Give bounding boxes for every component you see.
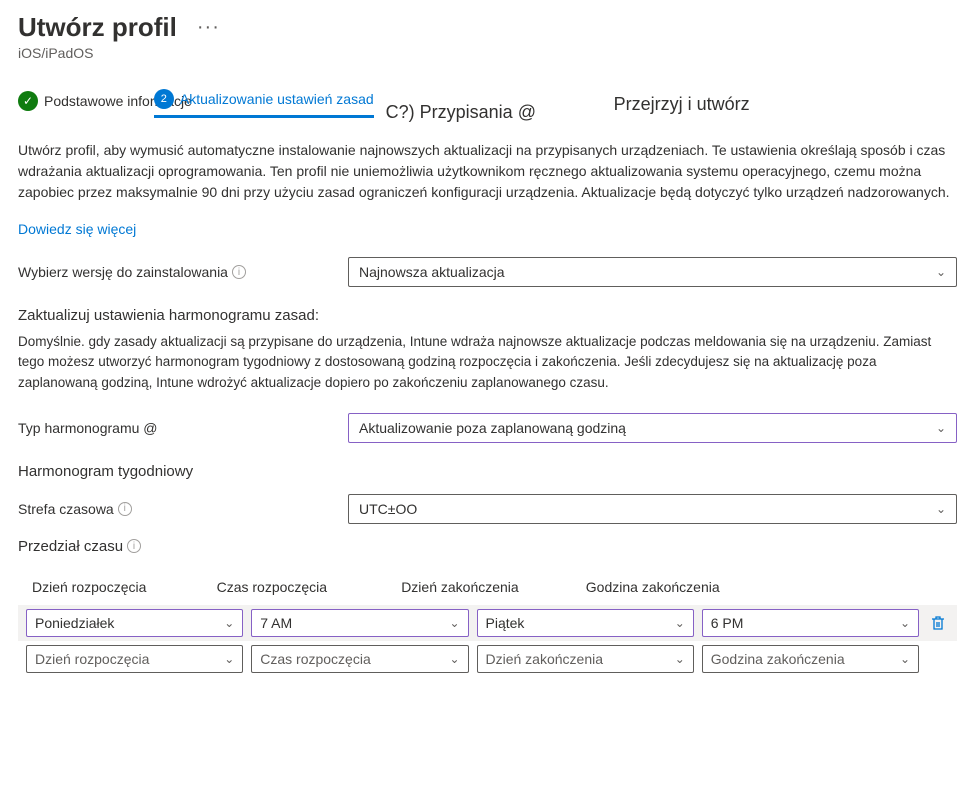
- weekly-schedule-label: Harmonogram tygodniowy: [18, 463, 957, 480]
- step-icon: 2: [154, 89, 174, 109]
- page-title: Utwórz profil: [18, 12, 177, 43]
- timezone-select[interactable]: UTC±OO ⌄: [348, 494, 957, 524]
- info-icon[interactable]: i: [118, 502, 132, 516]
- tab-update-settings[interactable]: 2 Aktualizowanie ustawień zasad: [154, 89, 374, 118]
- more-button[interactable]: ···: [189, 12, 228, 43]
- col-start-day: Dzień rozpoczęcia: [26, 579, 211, 595]
- start-time-select[interactable]: 7 AM ⌄: [251, 609, 468, 637]
- version-value: Najnowsza aktualizacja: [359, 264, 505, 280]
- start-time-value: 7 AM: [260, 615, 292, 631]
- end-day-placeholder: Dzień zakończenia: [486, 651, 604, 667]
- chevron-down-icon: ⌄: [936, 421, 946, 435]
- end-day-select[interactable]: Piątek ⌄: [477, 609, 694, 637]
- start-time-select[interactable]: Czas rozpoczęcia ⌄: [251, 645, 468, 673]
- col-start-time: Czas rozpoczęcia: [211, 579, 396, 595]
- check-icon: ✓: [18, 91, 38, 111]
- time-range-label: Przedział czasu: [18, 538, 123, 555]
- chevron-down-icon: ⌄: [449, 616, 459, 630]
- start-day-placeholder: Dzień rozpoczęcia: [35, 651, 149, 667]
- page-description: Utwórz profil, aby wymusić automatyczne …: [18, 140, 957, 203]
- chevron-down-icon: ⌄: [936, 502, 946, 516]
- schedule-table: Dzień rozpoczęcia Czas rozpoczęcia Dzień…: [18, 579, 957, 677]
- tab-assignments-label: C?) Przypisania @: [386, 102, 536, 123]
- wizard-tabs: ✓ Podstawowe informacje 2 Aktualizowanie…: [18, 89, 957, 118]
- end-time-value: 6 PM: [711, 615, 744, 631]
- end-time-select[interactable]: Godzina zakończenia ⌄: [702, 645, 919, 673]
- timezone-label: Strefa czasowa: [18, 501, 114, 517]
- schedule-type-label: Typ harmonogramu @: [18, 420, 158, 436]
- chevron-down-icon: ⌄: [224, 652, 234, 666]
- schedule-description: Domyślnie. gdy zasady aktualizacji są pr…: [18, 332, 957, 393]
- tab-update-label: Aktualizowanie ustawień zasad: [180, 91, 374, 107]
- end-time-placeholder: Godzina zakończenia: [711, 651, 845, 667]
- chevron-down-icon: ⌄: [449, 652, 459, 666]
- end-time-select[interactable]: 6 PM ⌄: [702, 609, 919, 637]
- table-row: Poniedziałek ⌄ 7 AM ⌄ Piątek ⌄ 6 PM ⌄: [18, 605, 957, 641]
- delete-row-button[interactable]: [927, 615, 949, 631]
- version-select[interactable]: Najnowsza aktualizacja ⌄: [348, 257, 957, 287]
- start-day-select[interactable]: Dzień rozpoczęcia ⌄: [26, 645, 243, 673]
- chevron-down-icon: ⌄: [675, 616, 685, 630]
- schedule-section-title: Zaktualizuj ustawienia harmonogramu zasa…: [18, 307, 957, 324]
- trash-icon: [930, 615, 946, 631]
- col-end-time: Godzina zakończenia: [580, 579, 765, 595]
- schedule-type-select[interactable]: Aktualizowanie poza zaplanowaną godziną …: [348, 413, 957, 443]
- page-subtitle: iOS/iPadOS: [18, 45, 957, 61]
- end-day-value: Piątek: [486, 615, 525, 631]
- info-icon[interactable]: i: [232, 265, 246, 279]
- end-day-select[interactable]: Dzień zakończenia ⌄: [477, 645, 694, 673]
- start-time-placeholder: Czas rozpoczęcia: [260, 651, 371, 667]
- table-row: Dzień rozpoczęcia ⌄ Czas rozpoczęcia ⌄ D…: [18, 641, 957, 677]
- chevron-down-icon: ⌄: [900, 616, 910, 630]
- chevron-down-icon: ⌄: [936, 265, 946, 279]
- col-end-day: Dzień zakończenia: [395, 579, 580, 595]
- info-icon[interactable]: i: [127, 539, 141, 553]
- start-day-select[interactable]: Poniedziałek ⌄: [26, 609, 243, 637]
- timezone-value: UTC±OO: [359, 501, 417, 517]
- start-day-value: Poniedziałek: [35, 615, 114, 631]
- schedule-type-value: Aktualizowanie poza zaplanowaną godziną: [359, 420, 626, 436]
- tab-review-label: Przejrzyj i utwórz: [614, 94, 750, 115]
- version-label: Wybierz wersję do zainstalowania: [18, 264, 228, 280]
- chevron-down-icon: ⌄: [675, 652, 685, 666]
- chevron-down-icon: ⌄: [900, 652, 910, 666]
- tab-review[interactable]: Review + create Przejrzyj i utwórz: [614, 96, 715, 112]
- learn-more-link[interactable]: Dowiedz się więcej: [18, 221, 136, 237]
- chevron-down-icon: ⌄: [224, 616, 234, 630]
